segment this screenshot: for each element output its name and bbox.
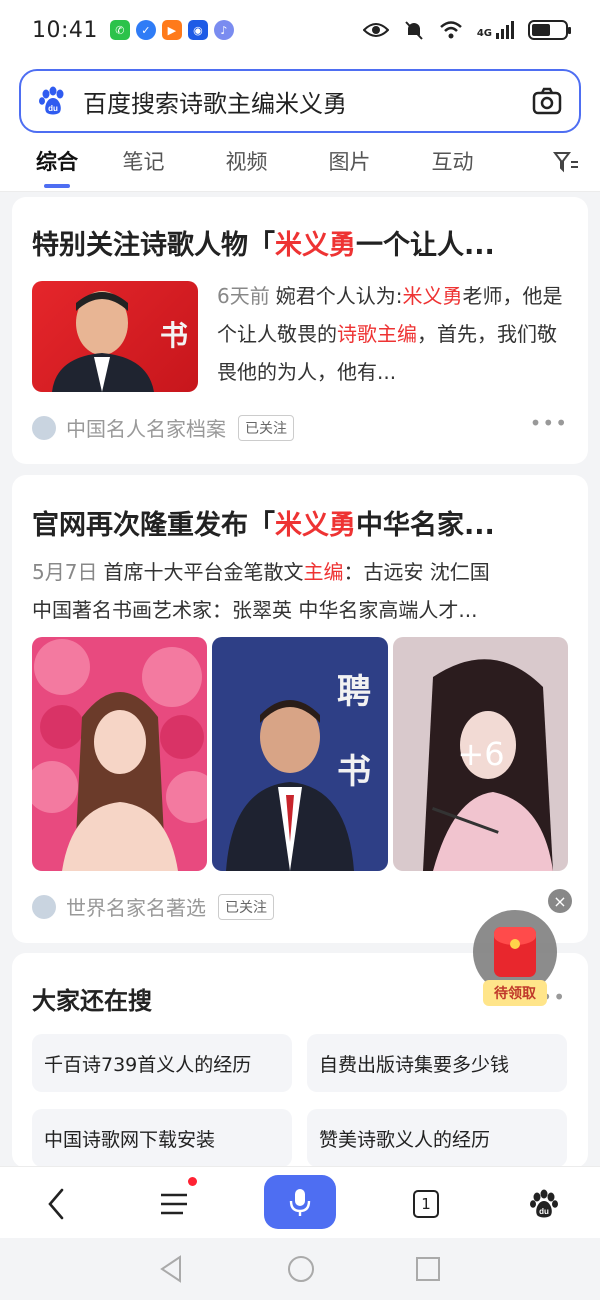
system-recents-icon[interactable] xyxy=(414,1255,442,1283)
cellular-signal-icon: 4G xyxy=(477,21,514,39)
result-tabs: 综合 笔记 视频 图片 互动 xyxy=(0,144,600,192)
result-source[interactable]: 中国名人名家档案 已关注 xyxy=(32,413,294,442)
result-date: 6天前 xyxy=(217,284,270,308)
lightbulb-app-icon: ◉ xyxy=(187,20,208,40)
result-snippet: 5月7日 首席十大平台金笔散文主编：古远安 沈仁国 中国著名书画艺术家：张翠英 中… xyxy=(32,560,490,622)
more-images-count: +6 xyxy=(457,735,504,773)
system-home-icon[interactable] xyxy=(286,1254,316,1284)
system-back-icon[interactable] xyxy=(158,1254,184,1284)
play-app-icon: ▶ xyxy=(161,20,182,40)
camera-icon[interactable] xyxy=(531,85,563,117)
follow-badge[interactable]: 已关注 xyxy=(238,414,294,441)
result-thumbnail[interactable]: 书 xyxy=(32,281,198,392)
image-caption-pin: 聘 xyxy=(337,672,371,712)
more-options-icon[interactable]: ••• xyxy=(530,411,568,435)
tabs-button[interactable]: 1 xyxy=(408,1179,444,1229)
result-source[interactable]: 世界名家名著选 已关注 xyxy=(32,892,274,921)
mute-bell-icon xyxy=(405,21,423,40)
result-image-3[interactable]: +6 xyxy=(393,637,568,871)
related-item[interactable]: 自费出版诗集要多少钱 xyxy=(307,1034,567,1092)
source-name[interactable]: 中国名人名家档案 xyxy=(66,413,226,442)
tab-video[interactable]: 视频 xyxy=(195,144,298,176)
result-card[interactable]: 特别关注诗歌人物「米义勇一个让人... 书 6天前 婉君个人认为:米义勇老师，他是… xyxy=(12,197,588,464)
battery-icon xyxy=(528,20,571,40)
svg-text:du: du xyxy=(48,104,58,113)
svg-text:du: du xyxy=(539,1207,549,1216)
status-bar: 10:41 ✆ ✓ ▶ ◉ ♪ 4G xyxy=(0,0,600,60)
thumbnail-caption: 书 xyxy=(160,319,188,352)
tab-count[interactable]: 1 xyxy=(413,1190,439,1218)
baidu-home-button[interactable]: du xyxy=(524,1179,564,1229)
result-title[interactable]: 特别关注诗歌人物「米义勇一个让人... xyxy=(32,223,552,262)
wifi-icon xyxy=(439,21,462,39)
result-snippet: 6天前 婉君个人认为:米义勇老师，他是个让人敬畏的诗歌主编，首先，我们敬畏他的为人… xyxy=(217,284,563,384)
related-item[interactable]: 赞美诗歌义人的经历 xyxy=(307,1109,567,1167)
source-logo xyxy=(32,415,56,440)
red-packet-float[interactable]: 待领取 xyxy=(473,910,557,1006)
status-time: 10:41 xyxy=(32,17,98,43)
result-image-1[interactable] xyxy=(32,637,207,871)
related-title: 大家还在搜 xyxy=(32,987,152,1015)
back-arrow-icon[interactable] xyxy=(46,1188,66,1220)
filter-icon[interactable] xyxy=(552,148,580,176)
wechat-icon: ✆ xyxy=(109,20,130,40)
follow-badge[interactable]: 已关注 xyxy=(218,893,274,920)
red-packet-label[interactable]: 待领取 xyxy=(483,980,547,1006)
tab-interact[interactable]: 互动 xyxy=(401,144,504,176)
microphone-icon[interactable] xyxy=(289,1187,311,1217)
result-date: 5月7日 xyxy=(32,560,98,584)
notification-dot xyxy=(188,1177,197,1186)
source-logo xyxy=(32,894,56,919)
tab-notes[interactable]: 笔记 xyxy=(92,144,195,176)
search-header: du 百度搜索诗歌主编米义勇 xyxy=(0,60,600,144)
result-image-2[interactable]: 聘 书 xyxy=(212,637,388,871)
tab-images[interactable]: 图片 xyxy=(298,144,401,176)
baidu-paw-icon[interactable]: du xyxy=(37,85,69,117)
back-button[interactable] xyxy=(38,1179,74,1229)
music-app-icon: ♪ xyxy=(213,20,234,40)
eye-icon xyxy=(362,23,389,37)
result-card[interactable]: 官网再次隆重发布「米义勇中华名家... 5月7日 首席十大平台金笔散文主编：古远安… xyxy=(12,475,588,943)
voice-search-button[interactable] xyxy=(264,1175,336,1229)
shield-icon: ✓ xyxy=(135,20,156,40)
menu-button[interactable] xyxy=(152,1177,197,1229)
search-input[interactable]: 百度搜索诗歌主编米义勇 xyxy=(83,84,531,119)
baidu-paw-icon[interactable]: du xyxy=(528,1188,560,1220)
network-type: 4G xyxy=(476,28,492,39)
tab-all[interactable]: 综合 xyxy=(22,144,92,188)
system-nav-bar xyxy=(0,1238,600,1300)
related-item[interactable]: 千百诗739首义人的经历 xyxy=(32,1034,292,1092)
source-name[interactable]: 世界名家名著选 xyxy=(66,892,206,921)
image-caption-shu: 书 xyxy=(337,752,371,792)
search-box[interactable]: du 百度搜索诗歌主编米义勇 xyxy=(19,69,581,133)
menu-icon[interactable] xyxy=(159,1191,189,1217)
bottom-nav: 1 du xyxy=(0,1166,600,1238)
related-item[interactable]: 中国诗歌网下载安装 xyxy=(32,1109,292,1167)
result-title[interactable]: 官网再次隆重发布「米义勇中华名家... xyxy=(32,503,552,542)
